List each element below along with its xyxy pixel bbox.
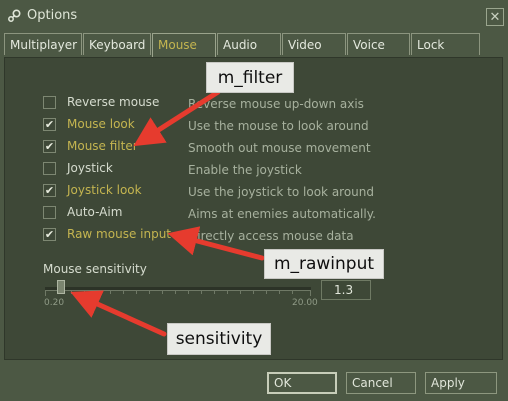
cancel-button[interactable]: Cancel: [346, 372, 416, 394]
arrow-to-raw-mouse-input: [167, 226, 265, 261]
annotation-sensitivity: sensitivity: [167, 323, 271, 355]
ok-button[interactable]: OK: [267, 372, 337, 394]
annotation-m-filter: m_filter: [206, 62, 294, 93]
arrow-to-sensitivity: [70, 290, 167, 337]
apply-button[interactable]: Apply: [425, 372, 497, 394]
arrow-to-mouse-filter: [133, 89, 221, 147]
annotation-m-rawinput: m_rawinput: [264, 249, 384, 279]
